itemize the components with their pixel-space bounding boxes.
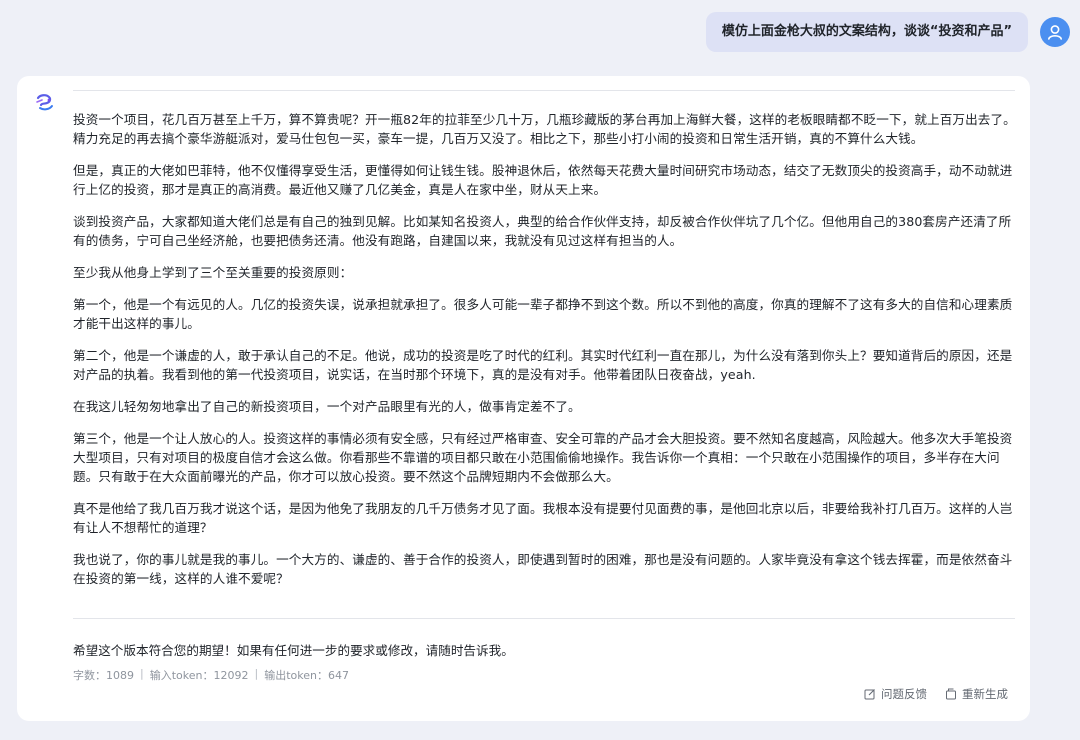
regenerate-label: 重新生成 xyxy=(962,687,1008,701)
user-message-row: 模仿上面金枪大叔的文案结构，谈谈“投资和产品” xyxy=(705,12,1070,52)
response-paragraph: 投资一个项目，花几百万甚至上千万，算不算贵呢？开一瓶82年的拉菲至少几十万，几瓶… xyxy=(73,112,1016,146)
word-count: 字数：1089 xyxy=(73,669,134,682)
response-paragraph: 第三个，他是一个让人放心的人。投资这样的事情必须有安全感，只有经过严格审查、安全… xyxy=(73,431,1013,484)
stats-separator: | xyxy=(140,667,144,680)
top-divider xyxy=(73,90,1015,91)
assistant-avatar xyxy=(34,92,56,114)
output-token-count: 输出token：647 xyxy=(264,669,349,682)
closing-message: 希望这个版本符合您的期望！如果有任何进一步的要求或修改，请随时告诉我。 xyxy=(73,643,514,658)
response-paragraph: 第二个，他是一个谦虚的人，敢于承认自己的不足。他说，成功的投资是吃了时代的红利。… xyxy=(73,348,1013,382)
response-body: 投资一个项目，花几百万甚至上千万，算不算贵呢？开一瓶82年的拉菲至少几十万，几瓶… xyxy=(73,110,1017,601)
response-paragraph: 第一个，他是一个有远见的人。几亿的投资失误，说承担就承担了。很多人可能一辈子都挣… xyxy=(73,297,1013,331)
response-stats: 字数：1089 | 输入token：12092 | 输出token：647 xyxy=(73,667,349,683)
response-paragraph: 在我这儿轻匆匆地拿出了自己的新投资项目，一个对产品眼里有光的人，做事肯定差不了。 xyxy=(73,399,581,414)
user-avatar[interactable] xyxy=(1040,17,1070,47)
bot-logo-icon xyxy=(36,94,53,111)
response-actions: 问题反馈 重新生成 xyxy=(864,686,1008,702)
feedback-button[interactable]: 问题反馈 xyxy=(864,686,927,702)
response-paragraph: 但是，真正的大佬如巴菲特，他不仅懂得享受生活，更懂得如何让钱生钱。股神退休后，依… xyxy=(73,163,1013,197)
edit-icon xyxy=(864,689,875,700)
response-paragraph: 我也说了，你的事儿就是我的事儿。一个大方的、谦虚的、善于合作的投资人，即使遇到暂… xyxy=(73,552,1013,586)
assistant-response-card: 投资一个项目，花几百万甚至上千万，算不算贵呢？开一瓶82年的拉菲至少几十万，几瓶… xyxy=(17,76,1030,721)
regenerate-button[interactable]: 重新生成 xyxy=(945,686,1008,702)
feedback-label: 问题反馈 xyxy=(881,687,927,701)
response-paragraph: 谈到投资产品，大家都知道大佬们总是有自己的独到见解。比如某知名投资人，典型的给合… xyxy=(73,214,1012,248)
input-token-count: 输入token：12092 xyxy=(149,669,249,682)
regenerate-icon xyxy=(946,688,956,700)
response-paragraph: 至少我从他身上学到了三个至关重要的投资原则： xyxy=(73,265,353,280)
user-icon xyxy=(1048,25,1062,40)
user-message-bubble: 模仿上面金枪大叔的文案结构，谈谈“投资和产品” xyxy=(705,12,1028,52)
response-paragraph: 真不是他给了我几百万我才说这个话，是因为他免了我朋友的几千万债务才见了面。我根本… xyxy=(73,501,1013,535)
bottom-divider xyxy=(73,618,1015,619)
stats-separator: | xyxy=(254,667,259,680)
